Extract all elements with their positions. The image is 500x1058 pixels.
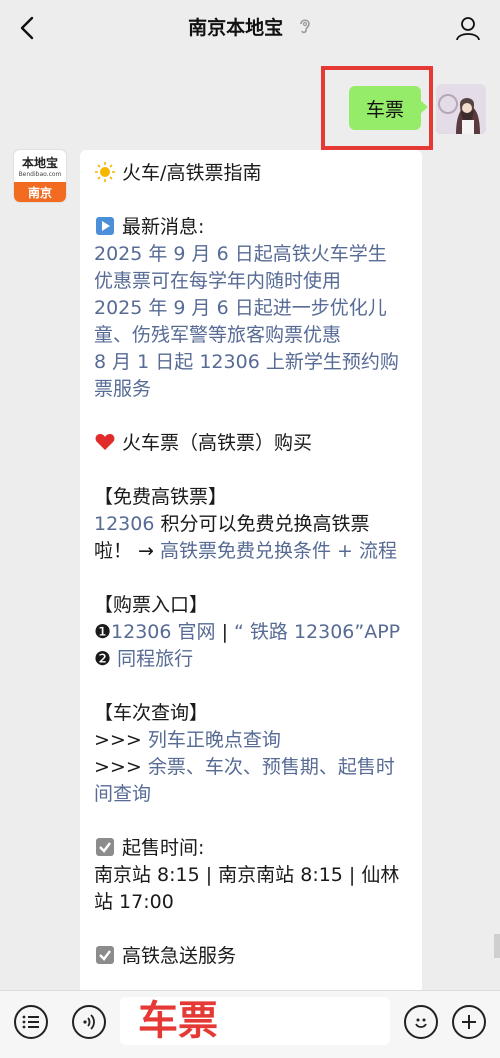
- express-heading-line: 高铁急送服务: [94, 943, 410, 970]
- railway-app-link[interactable]: “ 铁路 12306”APP: [234, 621, 400, 643]
- ticket-query-link-cont[interactable]: 间查询: [94, 781, 410, 808]
- free-line-2: 啦！ → 高铁票免费兑换条件 + 流程: [94, 538, 410, 565]
- user-profile-icon[interactable]: [454, 14, 482, 42]
- logo-domain-text: Bendibao.com: [18, 171, 62, 178]
- news-link-3-line-1[interactable]: 8 月 1 日起 12306 上新学生预约购: [94, 349, 410, 376]
- sale-heading: 起售时间:: [122, 837, 205, 859]
- user-avatar[interactable]: [436, 84, 486, 134]
- official-account-avatar[interactable]: 本地宝 Bendibao.com 南京: [14, 150, 66, 202]
- free-text-1: 积分可以免费兑换高铁票: [154, 513, 370, 535]
- free-text-2: 啦！ →: [94, 540, 160, 562]
- news-link-2-line-2[interactable]: 童、伤残军警等旅客购票优惠: [94, 322, 410, 349]
- ticket-query-link[interactable]: 余票、车次、预售期、起售时: [148, 756, 395, 778]
- sale-line-2: 站 17:00: [94, 891, 174, 913]
- free-heading: 【免费高铁票】: [94, 486, 228, 508]
- news-link-1-line-2[interactable]: 优惠票可在每学年内随时使用: [94, 268, 410, 295]
- plus-icon[interactable]: [452, 1005, 486, 1039]
- menu-list-icon[interactable]: [14, 1005, 48, 1039]
- query-line-2: >>> 余票、车次、预售期、起售时: [94, 754, 410, 781]
- logo-text: 本地宝: [21, 156, 58, 170]
- delay-query-link[interactable]: 列车正晚点查询: [148, 729, 281, 751]
- entry-heading: 【购票入口】: [94, 594, 209, 616]
- entry-separator: |: [215, 621, 235, 643]
- news-link-3-line-2[interactable]: 票服务: [94, 376, 410, 403]
- incoming-message-bubble: 火车/高铁票指南 最新消息: 2025 年 9 月 6 日起高铁火车学生 优惠票…: [80, 150, 422, 1010]
- express-heading: 高铁急送服务: [122, 945, 237, 967]
- sale-line-1: 南京站 8:15 | 南京南站 8:15 | 仙林: [94, 864, 400, 886]
- query-prefix-2: >>>: [94, 756, 148, 778]
- link-12306[interactable]: 12306: [94, 513, 154, 535]
- scrollbar-handle[interactable]: [494, 934, 500, 958]
- logo-city-label: 南京: [14, 182, 66, 202]
- entry-number-2: ❷: [94, 648, 112, 670]
- buy-heading: 火车票（高铁票）购买: [122, 432, 313, 454]
- official-site-link[interactable]: 12306 官网: [111, 621, 215, 643]
- entry-line-1: ❶12306 官网 | “ 铁路 12306”APP: [94, 619, 410, 646]
- buy-heading-line: 火车票（高铁票）购买: [94, 430, 410, 457]
- query-line-1: >>> 列车正晚点查询: [94, 727, 410, 754]
- outgoing-message-row: 车票: [0, 66, 500, 152]
- free-line-1: 12306 积分可以免费兑换高铁票: [94, 511, 410, 538]
- entry-number-1: ❶: [94, 621, 112, 643]
- news-link-1-line-1[interactable]: 2025 年 9 月 6 日起高铁火车学生: [94, 241, 410, 268]
- tongcheng-link[interactable]: 同程旅行: [117, 648, 193, 670]
- news-heading-line: 最新消息:: [94, 214, 410, 241]
- message-input[interactable]: 车票: [120, 997, 390, 1045]
- message-title: 火车/高铁票指南: [122, 162, 262, 184]
- message-input-value: 车票: [138, 998, 218, 1044]
- free-exchange-link[interactable]: 高铁票免费兑换条件 + 流程: [160, 540, 397, 562]
- news-link-2-line-1[interactable]: 2025 年 9 月 6 日起进一步优化儿: [94, 295, 410, 322]
- highlight-annotation-box: [321, 66, 433, 150]
- query-heading: 【车次查询】: [94, 702, 209, 724]
- query-prefix-1: >>>: [94, 729, 148, 751]
- news-heading: 最新消息:: [122, 216, 205, 238]
- sun-icon: [94, 160, 116, 187]
- sale-heading-line: 起售时间:: [94, 835, 410, 862]
- top-nav-bar: 南京本地宝: [0, 0, 500, 56]
- checkbox-icon: [94, 835, 116, 862]
- emoji-icon[interactable]: [404, 1005, 438, 1039]
- heart-icon: [94, 430, 116, 457]
- message-title-line: 火车/高铁票指南: [94, 160, 410, 187]
- chat-input-bar: 车票: [0, 990, 500, 1058]
- voice-icon[interactable]: [72, 1005, 106, 1039]
- checkbox-icon: [94, 943, 116, 970]
- chat-title-area: 南京本地宝: [0, 13, 500, 40]
- entry-line-2: ❷ 同程旅行: [94, 646, 410, 673]
- chat-title: 南京本地宝: [188, 17, 284, 39]
- ear-icon: [298, 17, 312, 40]
- play-icon: [94, 214, 116, 241]
